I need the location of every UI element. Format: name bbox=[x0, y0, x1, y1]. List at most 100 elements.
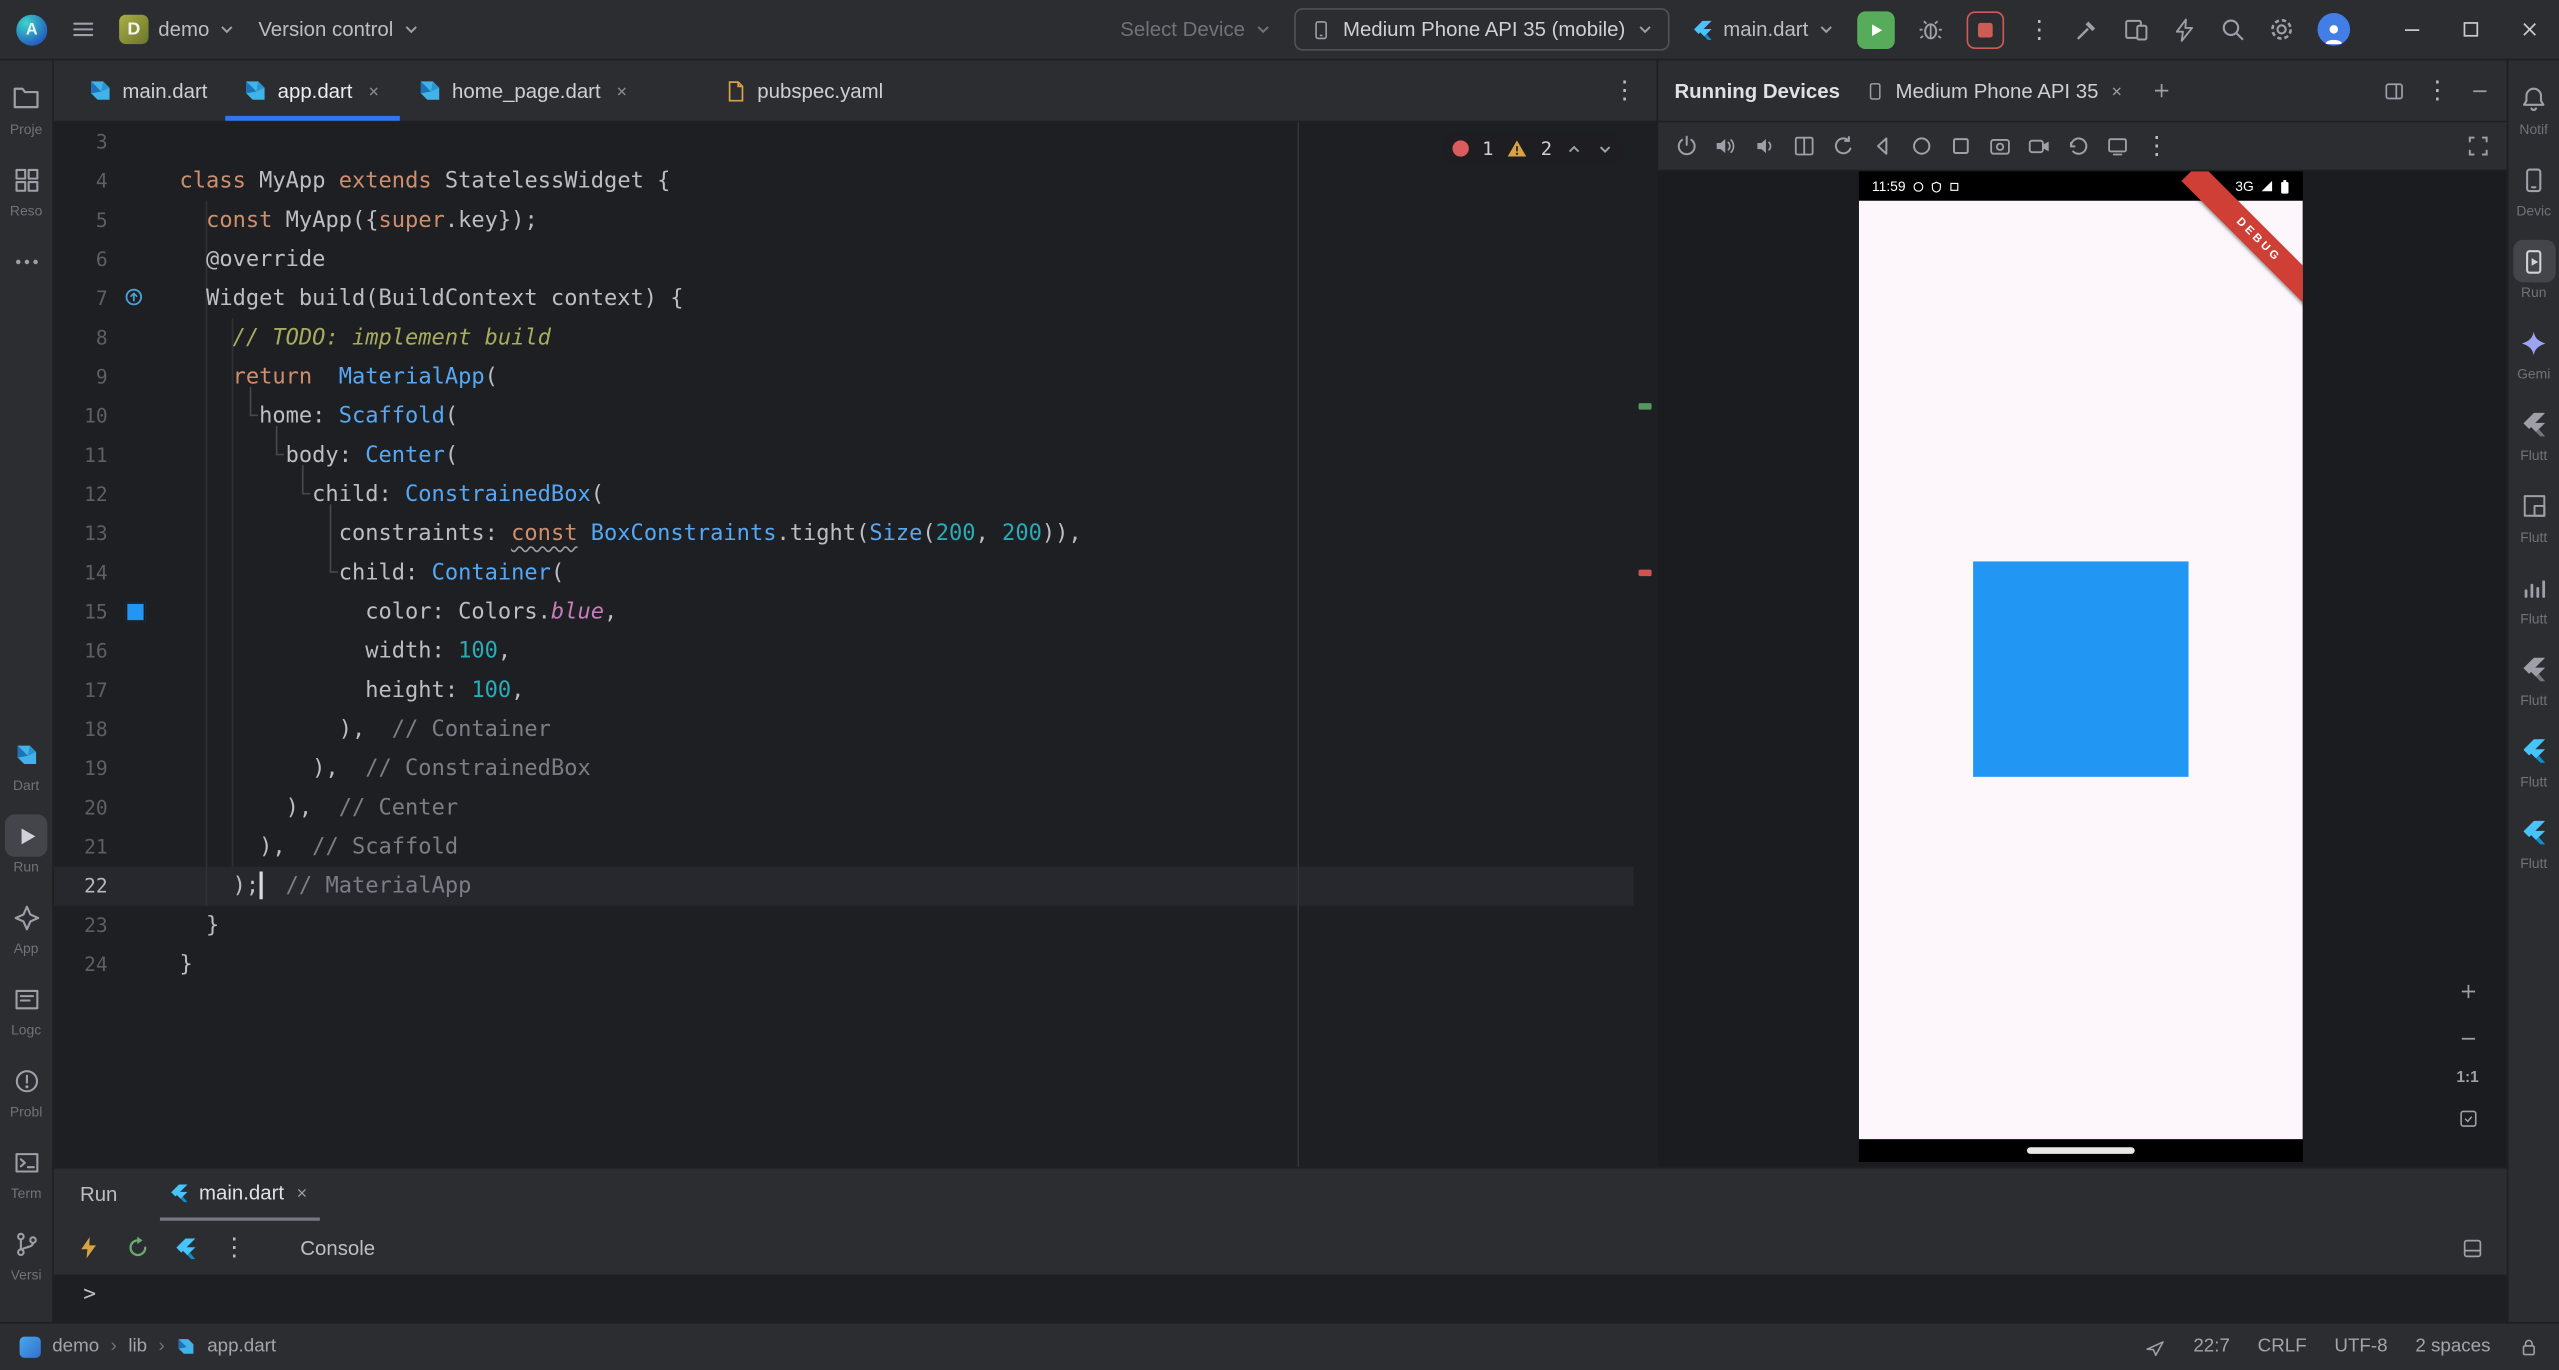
display-mode-button[interactable] bbox=[2105, 134, 2129, 158]
screenshot-button[interactable] bbox=[1988, 134, 2012, 158]
breadcrumb-project[interactable]: demo bbox=[52, 1337, 99, 1357]
profiler-button[interactable] bbox=[2172, 17, 2196, 41]
toolwindow-button-flutter-outline[interactable]: Flutt bbox=[2508, 403, 2559, 475]
color-preview-swatch[interactable] bbox=[126, 602, 146, 622]
code-line-5[interactable]: const MyApp({super.key}); bbox=[180, 201, 1082, 240]
prev-problem-icon[interactable] bbox=[1565, 140, 1583, 158]
add-device-tab-button[interactable] bbox=[2151, 80, 2172, 101]
more-run-options-button[interactable]: ⋮ bbox=[2027, 17, 2051, 41]
toolwindow-button-gemini[interactable]: Gemi bbox=[2508, 322, 2559, 394]
code-line-18[interactable]: ), // Container bbox=[180, 710, 1082, 749]
editor-tab-app-dart[interactable]: app.dart bbox=[225, 60, 399, 120]
fit-screen-button[interactable] bbox=[2451, 1102, 2484, 1135]
toolwindow-button-running-devices[interactable]: Run bbox=[2508, 240, 2559, 312]
panel-layout-button[interactable] bbox=[2461, 1236, 2484, 1259]
main-menu-button[interactable] bbox=[70, 16, 96, 42]
rotate-device-button[interactable] bbox=[1831, 134, 1855, 158]
run-configuration-dropdown[interactable]: main.dart bbox=[1692, 18, 1834, 41]
project-selector[interactable]: D demo bbox=[119, 15, 235, 44]
select-device-dropdown[interactable]: Select Device bbox=[1120, 18, 1271, 41]
flutter-devtools-button[interactable] bbox=[175, 1236, 198, 1259]
gutter[interactable]: 3456789101112131415161718192021222324 bbox=[54, 122, 113, 984]
code-line-19[interactable]: ), // ConstrainedBox bbox=[180, 749, 1082, 788]
device-tab[interactable]: Medium Phone API 35 bbox=[1856, 60, 2134, 120]
close-icon[interactable] bbox=[2108, 82, 2124, 98]
editor-tab-main-dart[interactable]: main.dart bbox=[70, 60, 225, 120]
run-tab-main-dart[interactable]: main.dart bbox=[160, 1169, 320, 1221]
code-line-9[interactable]: return MaterialApp( bbox=[180, 357, 1082, 396]
toolwindow-button-app-quality-insights[interactable]: App bbox=[0, 896, 52, 968]
snapshots-button[interactable] bbox=[2066, 134, 2090, 158]
close-icon[interactable] bbox=[294, 1185, 310, 1201]
zoom-out-button[interactable] bbox=[2451, 1022, 2484, 1055]
close-tab-icon[interactable] bbox=[614, 82, 630, 98]
code-line-3[interactable] bbox=[180, 122, 1082, 161]
code-line-7[interactable]: Widget build(BuildContext context) { bbox=[180, 279, 1082, 318]
power-button[interactable] bbox=[1674, 134, 1698, 158]
breadcrumb-folder[interactable]: lib bbox=[128, 1337, 147, 1357]
maximize-button[interactable] bbox=[2442, 0, 2501, 60]
code-line-24[interactable]: } bbox=[180, 945, 1082, 984]
device-manager-button[interactable] bbox=[2123, 16, 2149, 42]
code-line-12[interactable]: child: ConstrainedBox( bbox=[180, 475, 1082, 514]
account-avatar[interactable] bbox=[2317, 13, 2350, 46]
tab-options-button[interactable]: ⋮ bbox=[1612, 78, 1636, 102]
toolwindow-button-flutter-a[interactable]: Flutt bbox=[2508, 730, 2559, 802]
toolwindow-button-version-control[interactable]: Versi bbox=[0, 1222, 52, 1294]
close-tab-icon[interactable] bbox=[366, 82, 382, 98]
editor-tab-pubspec-yaml[interactable]: pubspec.yaml bbox=[707, 60, 901, 120]
scrollbar-mark-error[interactable] bbox=[1639, 570, 1652, 576]
fold-device-button[interactable] bbox=[1792, 134, 1816, 158]
override-method-gutter-icon[interactable] bbox=[124, 287, 144, 307]
code-line-23[interactable]: } bbox=[180, 906, 1082, 945]
toolwindow-button-terminal[interactable]: Term bbox=[0, 1141, 52, 1213]
editor-tab-home_page-dart[interactable]: home_page.dart bbox=[400, 60, 648, 120]
code-line-22[interactable]: ); // MaterialApp bbox=[180, 867, 1082, 906]
toolwindow-button-flutter-inspector[interactable]: Flutt bbox=[2508, 485, 2559, 557]
debug-button[interactable] bbox=[1918, 16, 1944, 42]
breadcrumb-file[interactable]: app.dart bbox=[207, 1337, 276, 1357]
android-home-button[interactable] bbox=[1909, 134, 1933, 158]
code-line-8[interactable]: // TODO: implement build bbox=[180, 318, 1082, 357]
version-control-menu[interactable]: Version control bbox=[258, 18, 419, 41]
gradle-sync-button[interactable] bbox=[2074, 16, 2100, 42]
code-line-10[interactable]: home: Scaffold( bbox=[180, 397, 1082, 436]
emulator-more-button[interactable]: ⋮ bbox=[2144, 134, 2168, 158]
flutter-app-screen[interactable]: DEBUG bbox=[1859, 201, 2303, 1139]
toolwindow-button-flutter-b[interactable]: Flutt bbox=[2508, 811, 2559, 883]
code-line-21[interactable]: ), // Scaffold bbox=[180, 827, 1082, 866]
code-editor[interactable]: 3456789101112131415161718192021222324 cl… bbox=[54, 122, 1657, 1166]
gesture-pill[interactable] bbox=[2027, 1147, 2135, 1154]
line-separator[interactable]: CRLF bbox=[2258, 1337, 2307, 1357]
toolwindow-button-run[interactable]: Run bbox=[0, 814, 52, 886]
dart-devtools-icon[interactable] bbox=[2144, 1336, 2165, 1357]
toolwindow-button-logcat[interactable]: Logc bbox=[0, 978, 52, 1050]
caret-position[interactable]: 22:7 bbox=[2193, 1337, 2230, 1357]
volume-down-button[interactable] bbox=[1753, 134, 1777, 158]
scrollbar-mark-vcs[interactable] bbox=[1639, 403, 1652, 409]
toolwindow-button-problems[interactable]: Probl bbox=[0, 1059, 52, 1131]
next-problem-icon[interactable] bbox=[1596, 140, 1614, 158]
lock-icon[interactable] bbox=[2518, 1336, 2539, 1357]
toolwindow-button-notifications[interactable]: Notif bbox=[2508, 77, 2559, 149]
close-window-button[interactable] bbox=[2500, 0, 2559, 60]
device-dropdown[interactable]: Medium Phone API 35 (mobile) bbox=[1294, 8, 1669, 50]
code-line-15[interactable]: color: Colors.blue, bbox=[180, 592, 1082, 631]
emulator-screen[interactable]: 11:59 3G DEBUG bbox=[1859, 171, 2303, 1162]
code-line-13[interactable]: constraints: const BoxConstraints.tight(… bbox=[180, 514, 1082, 553]
volume-up-button[interactable] bbox=[1714, 134, 1738, 158]
toolwindow-button-project[interactable]: Proje bbox=[0, 77, 52, 149]
android-back-button[interactable] bbox=[1870, 134, 1894, 158]
file-encoding[interactable]: UTF-8 bbox=[2334, 1337, 2387, 1357]
inspections-widget[interactable]: 1 2 bbox=[1443, 134, 1624, 163]
zoom-ratio-button[interactable]: 1:1 bbox=[2456, 1069, 2478, 1087]
indent-setting[interactable]: 2 spaces bbox=[2415, 1337, 2490, 1357]
toolwindow-button-resource-manager[interactable]: Reso bbox=[0, 158, 52, 230]
toolwindow-button-more-tool-windows[interactable] bbox=[0, 240, 52, 312]
toolwindow-button-dart-analysis[interactable]: Dart bbox=[0, 733, 52, 805]
panel-options-button[interactable]: ⋮ bbox=[2425, 78, 2449, 102]
hot-restart-button[interactable] bbox=[126, 1235, 150, 1259]
layout-options-button[interactable] bbox=[2383, 79, 2406, 102]
hot-reload-button[interactable] bbox=[77, 1235, 101, 1259]
code-line-17[interactable]: height: 100, bbox=[180, 671, 1082, 710]
